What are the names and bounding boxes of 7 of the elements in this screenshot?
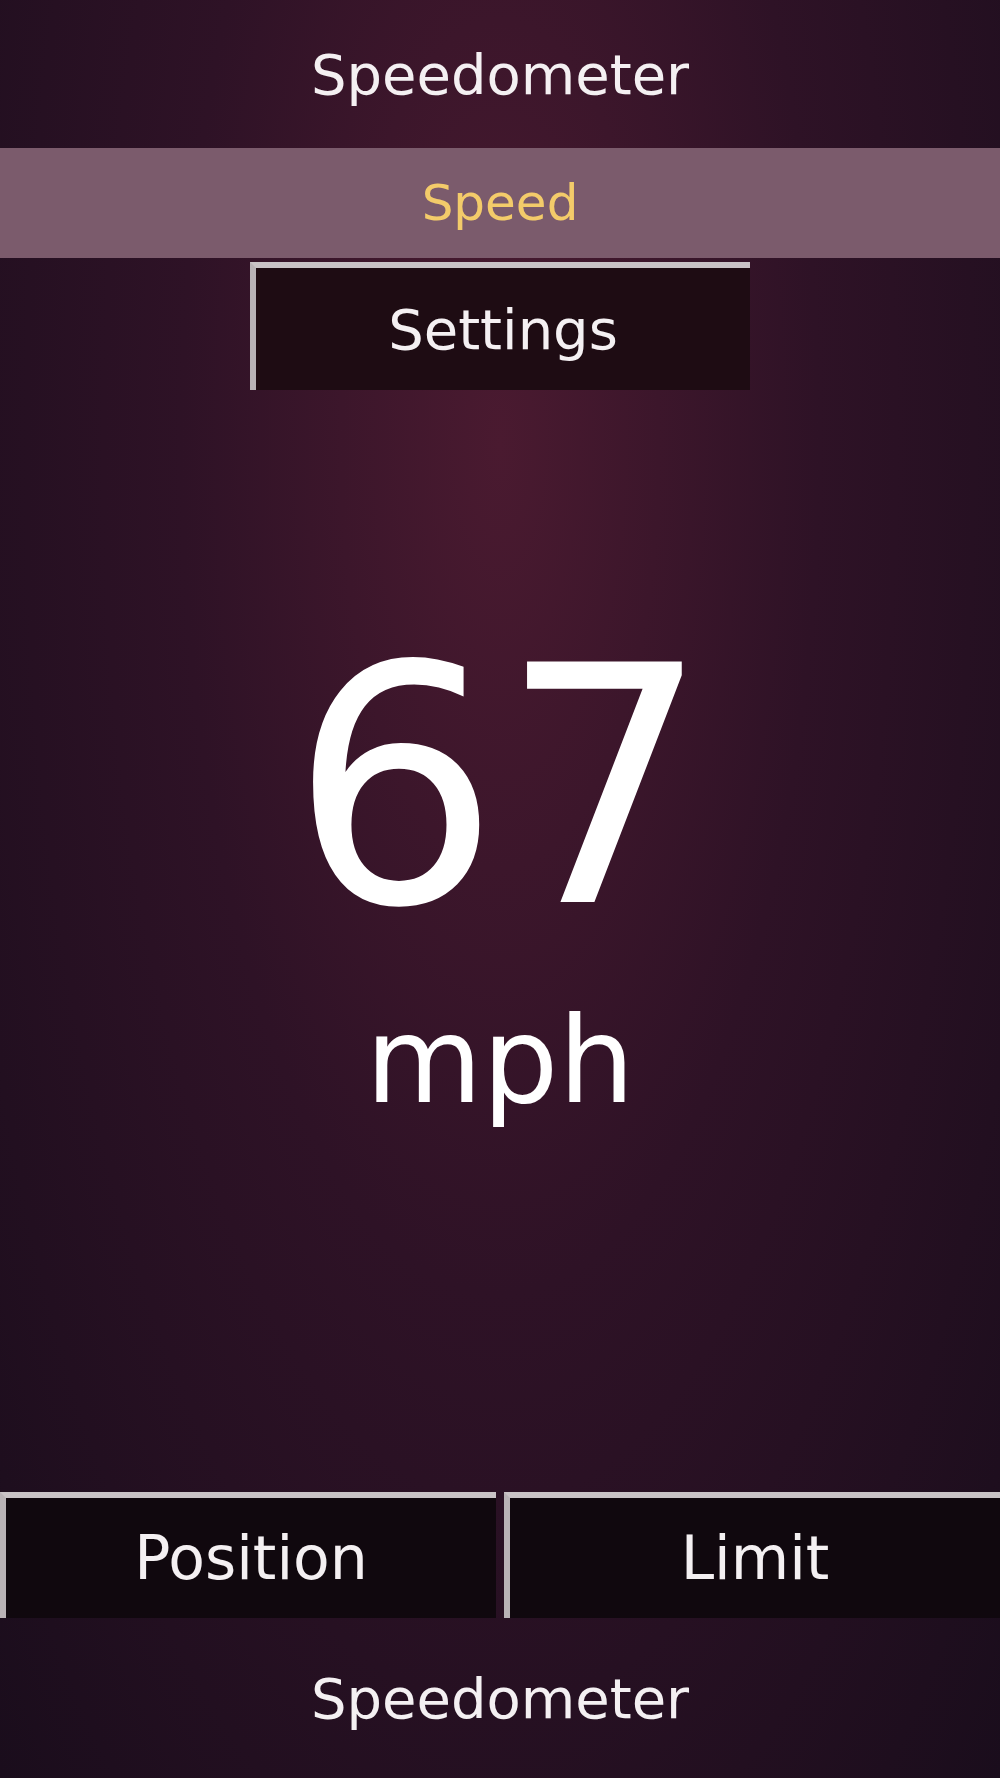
speed-value: 67: [290, 595, 710, 982]
nav-button[interactable]: Position: [0, 1492, 496, 1618]
speed-unit: mph: [365, 990, 635, 1132]
nav-button[interactable]: Limit: [504, 1492, 1000, 1618]
settings-button[interactable]: Settings: [250, 262, 750, 390]
footer-title: Speedometer: [310, 1664, 690, 1733]
app-title: Speedometer: [310, 40, 690, 109]
